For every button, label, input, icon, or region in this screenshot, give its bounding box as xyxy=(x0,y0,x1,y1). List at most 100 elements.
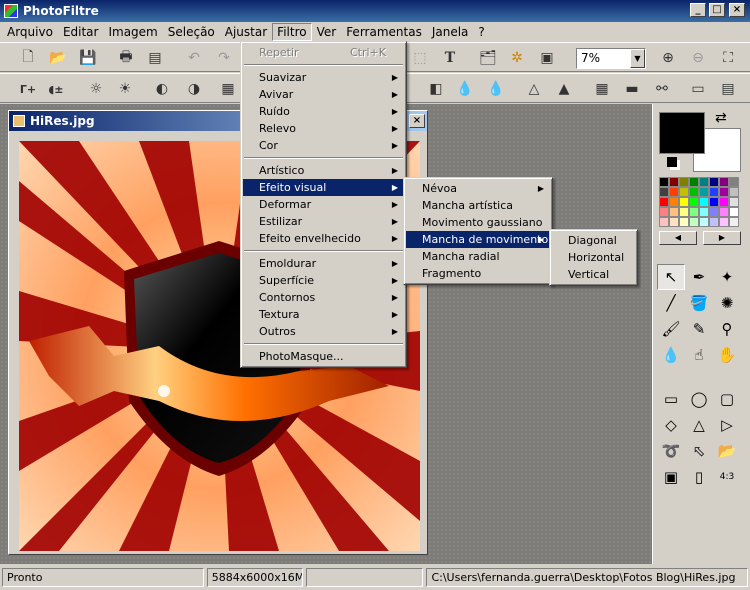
menu-superficie[interactable]: Superfície ▶ xyxy=(243,272,404,289)
menu-help[interactable]: ? xyxy=(473,23,489,41)
text-select-icon[interactable]: ▯ xyxy=(685,464,713,490)
open-shape-icon[interactable]: 📂 xyxy=(713,438,741,464)
menu-textura[interactable]: Textura ▶ xyxy=(243,306,404,323)
stamp-icon[interactable]: ⚲ xyxy=(713,316,741,342)
menu-mancha-radial[interactable]: Mancha radial xyxy=(406,248,550,265)
menu-photomasque[interactable]: PhotoMasque... xyxy=(243,348,404,365)
fade-icon[interactable]: ▬ xyxy=(620,77,644,101)
explorer-icon[interactable]: 🗂 xyxy=(476,46,500,70)
menu-diagonal[interactable]: Diagonal xyxy=(552,232,635,249)
menu-efeito-visual[interactable]: Efeito visual ▶ xyxy=(243,179,404,196)
new-file-icon[interactable]: 🗋 xyxy=(16,46,40,70)
menu-outros[interactable]: Outros ▶ xyxy=(243,323,404,340)
rectangle-icon[interactable]: ▭ xyxy=(657,386,685,412)
menu-filtro[interactable]: Filtro xyxy=(272,23,312,41)
open-folder-icon[interactable]: 📂 xyxy=(46,46,70,70)
menu-janela[interactable]: Janela xyxy=(427,23,474,41)
chevron-down-icon[interactable]: ▼ xyxy=(630,49,645,68)
menu-fragmento[interactable]: Fragmento xyxy=(406,265,550,282)
redo-icon[interactable]: ↷ xyxy=(212,46,236,70)
menu-selecao[interactable]: Seleção xyxy=(163,23,220,41)
line-tool-icon[interactable]: ╱ xyxy=(657,290,685,316)
brightness-plus-icon[interactable]: ☀ xyxy=(113,77,137,101)
menu-cor[interactable]: Cor ▶ xyxy=(243,137,404,154)
text-tool-icon[interactable]: T xyxy=(438,46,462,70)
save-icon[interactable]: 💾 xyxy=(76,46,100,70)
rounded-rect-icon[interactable]: ▢ xyxy=(713,386,741,412)
menu-avivar[interactable]: Avivar ▶ xyxy=(243,86,404,103)
brightness-minus-icon[interactable]: ☼ xyxy=(84,77,108,101)
menu-arquivo[interactable]: Arquivo xyxy=(2,23,58,41)
menu-artistico[interactable]: Artístico ▶ xyxy=(243,162,404,179)
transform-icon[interactable]: ⚯ xyxy=(650,77,674,101)
saturation-icon[interactable]: ▦ xyxy=(216,77,240,101)
zoom-in-icon[interactable]: ⊕ xyxy=(656,46,680,70)
contrast-minus-icon[interactable]: ◐ xyxy=(150,77,174,101)
close-button[interactable]: × xyxy=(729,3,745,17)
fit-window-icon[interactable]: ⛶ xyxy=(716,46,740,70)
blur-icon[interactable]: 💧 xyxy=(453,77,477,101)
menu-ver[interactable]: Ver xyxy=(312,23,342,41)
menu-nevoa[interactable]: Névoa ▶ xyxy=(406,180,550,197)
menu-mancha-de-movimento[interactable]: Mancha de movimento ▶ xyxy=(406,231,550,248)
swap-colors-icon[interactable]: ⇄ xyxy=(715,110,727,126)
minimize-button[interactable]: _ xyxy=(690,3,706,17)
triangle-right-icon[interactable]: ▷ xyxy=(713,412,741,438)
zoom-select[interactable]: 7% ▼ xyxy=(576,48,646,69)
palette-prev-button[interactable]: ◀ xyxy=(659,231,697,245)
fill-bucket-icon[interactable]: 🪣 xyxy=(685,290,713,316)
menu-efeito-envelhecido[interactable]: Efeito envelhecido ▶ xyxy=(243,230,404,247)
eyedropper-icon[interactable]: ✒ xyxy=(685,264,713,290)
menu-relevo[interactable]: Relevo ▶ xyxy=(243,120,404,137)
menu-imagem[interactable]: Imagem xyxy=(103,23,162,41)
foreground-color-swatch[interactable] xyxy=(659,112,705,154)
pointer-tool-icon[interactable]: ↖ xyxy=(657,264,685,290)
grayscale-icon[interactable]: ◧ xyxy=(424,77,448,101)
maximize-button[interactable]: □ xyxy=(709,3,725,17)
polygon-icon[interactable]: ⬁ xyxy=(685,438,713,464)
auto-levels-icon[interactable]: Γ+ xyxy=(16,77,40,101)
lasso-icon[interactable]: ➰ xyxy=(657,438,685,464)
menu-repetir[interactable]: Repetir Ctrl+K xyxy=(243,44,404,61)
document-close-button[interactable]: × xyxy=(409,114,425,128)
hand-icon[interactable]: ✋ xyxy=(713,342,741,368)
color-palette[interactable] xyxy=(659,177,741,227)
plugins-icon[interactable]: ✲ xyxy=(505,46,529,70)
print-icon[interactable]: 🖶 xyxy=(114,46,138,70)
magic-wand-icon[interactable]: ✦ xyxy=(713,264,741,290)
menu-mancha-artistica[interactable]: Mancha artística xyxy=(406,197,550,214)
undo-icon[interactable]: ↶ xyxy=(182,46,206,70)
image-size-icon[interactable]: ▭ xyxy=(686,77,710,101)
ratio-icon[interactable]: 4:3 xyxy=(713,464,741,490)
zoom-out-icon[interactable]: ⊖ xyxy=(686,46,710,70)
menu-vertical[interactable]: Vertical xyxy=(552,266,635,283)
gradient-icon[interactable]: ▦ xyxy=(590,77,614,101)
menu-movimento-gaussiano[interactable]: Movimento gaussiano xyxy=(406,214,550,231)
diamond-icon[interactable]: ◇ xyxy=(657,412,685,438)
default-colors-icon[interactable] xyxy=(667,157,677,167)
spray-icon[interactable]: ✺ xyxy=(713,290,741,316)
menu-estilizar[interactable]: Estilizar ▶ xyxy=(243,213,404,230)
menu-ruido[interactable]: Ruído ▶ xyxy=(243,103,404,120)
triangle-icon[interactable]: △ xyxy=(685,412,713,438)
brush-icon[interactable]: 🖌 xyxy=(657,316,685,342)
ellipse-icon[interactable]: ◯ xyxy=(685,386,713,412)
menu-contornos[interactable]: Contornos ▶ xyxy=(243,289,404,306)
canvas-size-icon[interactable]: ▤ xyxy=(716,77,740,101)
menu-editar[interactable]: Editar xyxy=(58,23,104,41)
contrast-plus-icon[interactable]: ◑ xyxy=(182,77,206,101)
window-icon[interactable]: ▣ xyxy=(535,46,559,70)
menu-emoldurar[interactable]: Emoldurar ▶ xyxy=(243,255,404,272)
blur-more-icon[interactable]: 💧 xyxy=(484,77,508,101)
sharpen-more-icon[interactable]: ▲ xyxy=(552,77,576,101)
blur-drop-icon[interactable]: 💧 xyxy=(657,342,685,368)
menu-horizontal[interactable]: Horizontal xyxy=(552,249,635,266)
advanced-brush-icon[interactable]: ✎ xyxy=(685,316,713,342)
menu-ferramentas[interactable]: Ferramentas xyxy=(341,23,427,41)
menu-ajustar[interactable]: Ajustar xyxy=(220,23,272,41)
palette-next-button[interactable]: ▶ xyxy=(703,231,741,245)
scan-icon[interactable]: ▤ xyxy=(143,46,167,70)
menu-suavizar[interactable]: Suavizar ▶ xyxy=(243,69,404,86)
menu-deformar[interactable]: Deformar ▶ xyxy=(243,196,404,213)
sharpen-icon[interactable]: △ xyxy=(522,77,546,101)
